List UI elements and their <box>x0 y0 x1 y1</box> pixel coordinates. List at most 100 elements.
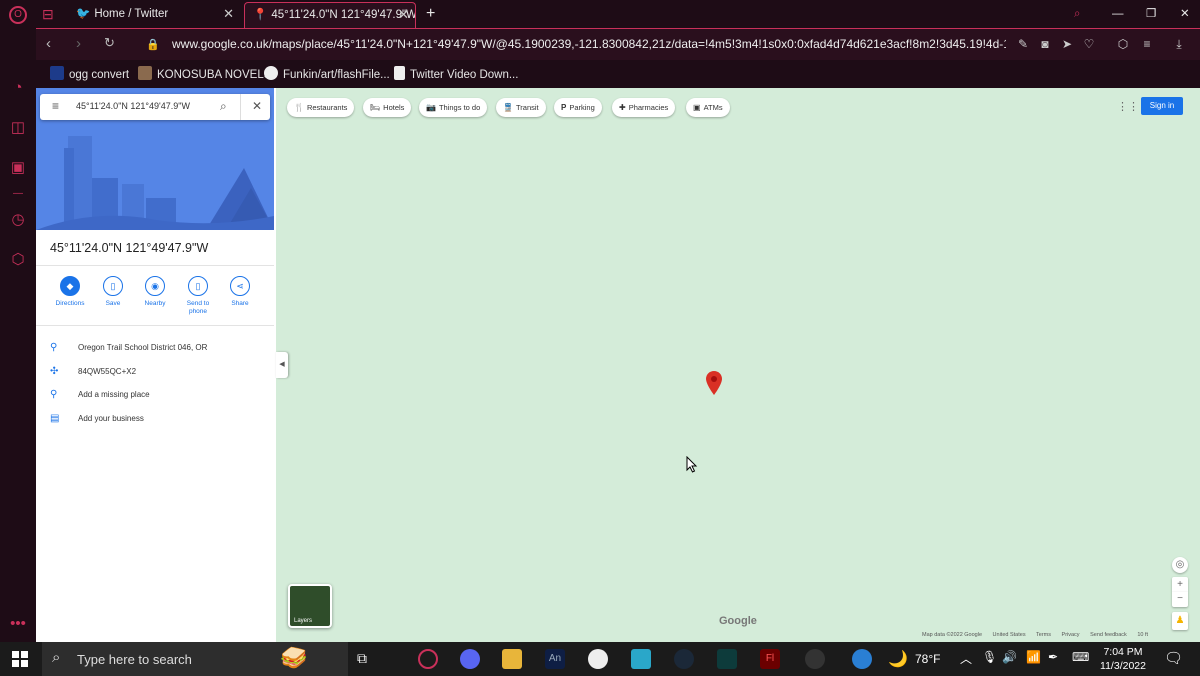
sandwich-icon: 🥪 <box>280 645 308 670</box>
menu-icon[interactable]: ≡ <box>1140 37 1154 51</box>
tab-maps[interactable]: 📍 45°11'24.0"N 121°49'47.9"W ✕ <box>244 2 416 28</box>
bookmark-item[interactable]: ogg convert <box>50 66 129 81</box>
clock[interactable]: 7:04 PM 11/3/2022 <box>1098 645 1148 673</box>
download-icon[interactable]: ⤓ <box>1172 37 1186 51</box>
chip-parking[interactable]: P Parking <box>554 98 602 117</box>
chip-hotels[interactable]: 🛏 Hotels <box>363 98 412 117</box>
send-icon[interactable]: ➤ <box>1060 37 1074 51</box>
collapse-panel-button[interactable]: ◀ <box>276 352 288 378</box>
discord-icon[interactable] <box>460 649 480 669</box>
app-icon[interactable] <box>588 649 608 669</box>
flash-icon[interactable]: Fl <box>760 649 780 669</box>
animate-icon[interactable]: An <box>545 649 565 669</box>
tab-twitter[interactable]: 🐦 Home / Twitter ✕ <box>68 2 240 28</box>
search-icon: ⌕ <box>52 649 61 666</box>
obs-icon[interactable] <box>805 649 825 669</box>
search-box[interactable]: ≡ 45°11'24.0"N 121°49'47.9"W ⌕ ✕ <box>40 94 270 120</box>
app-icon[interactable] <box>631 649 651 669</box>
map-canvas[interactable]: 🍴 Restaurants 🛏 Hotels 📷 Things to do 🚆 Tran… <box>276 88 1200 642</box>
url-field[interactable]: www.google.co.uk/maps/place/45°11'24.0"N… <box>172 37 1006 51</box>
wifi-icon[interactable]: 📶 <box>1026 650 1041 664</box>
heart-icon[interactable]: ♡ <box>1082 37 1096 51</box>
edit-icon[interactable]: ✎ <box>1016 37 1030 51</box>
send-feedback-link[interactable]: Send feedback <box>1090 632 1127 638</box>
bookmark-label: ogg convert <box>69 69 130 81</box>
bookmark-favicon-icon <box>138 66 152 80</box>
plus-code-row[interactable]: ✣ 84QW55QC+X2 <box>50 366 136 377</box>
microphone-icon[interactable]: 🎙 <box>982 650 997 664</box>
box-icon[interactable]: ⬡ <box>8 250 28 270</box>
address-row[interactable]: ⚲ Oregon Trail School District 046, OR <box>50 342 207 353</box>
weather-moon-icon: 🌙 <box>888 651 908 668</box>
place-panel: ≡ 45°11'24.0"N 121°49'47.9"W ⌕ ✕ 45°11'2… <box>36 88 276 642</box>
back-button[interactable]: ‹ <box>46 35 51 52</box>
workspace-icon[interactable]: ⊟ <box>40 2 62 28</box>
close-tab-icon[interactable]: ✕ <box>223 2 234 26</box>
task-view-icon[interactable]: ⧉ <box>357 650 367 667</box>
bookmark-item[interactable]: Twitter Video Down... <box>394 66 518 81</box>
my-location-button[interactable]: ◎ <box>1172 557 1188 573</box>
close-window-button[interactable]: ✕ <box>1172 2 1192 28</box>
volume-icon[interactable]: 🔊 <box>1002 650 1017 664</box>
forward-button[interactable]: › <box>76 35 81 52</box>
new-tab-button[interactable]: + <box>418 2 438 28</box>
chevron-up-icon[interactable]: ︿ <box>960 650 972 667</box>
location-pin-icon[interactable] <box>706 371 722 395</box>
search-icon[interactable]: ⌕ <box>220 99 227 114</box>
chip-atms[interactable]: ▣ ATMs <box>686 98 730 117</box>
search-tabs-icon[interactable]: ⌕ <box>1066 2 1086 28</box>
windows-start-icon[interactable] <box>12 651 28 667</box>
twitch-icon[interactable]: ▣ <box>8 158 28 178</box>
action-label: Directions <box>55 300 85 307</box>
plus-code-icon: ✣ <box>50 366 59 377</box>
clear-search-icon[interactable]: ✕ <box>252 99 262 113</box>
privacy-link[interactable]: Privacy <box>1062 632 1080 638</box>
layers-button[interactable]: Layers <box>288 584 332 628</box>
help-icon[interactable] <box>852 649 872 669</box>
chip-transit[interactable]: 🚆 Transit <box>496 98 546 117</box>
speed-dial-icon[interactable]: ◔ <box>8 78 28 98</box>
more-icon[interactable]: ••• <box>8 614 28 634</box>
pen-icon[interactable]: ✒ <box>1048 650 1058 664</box>
sign-in-button[interactable]: Sign in <box>1141 97 1183 115</box>
chip-things-to-do[interactable]: 📷 Things to do <box>419 98 488 117</box>
maximize-button[interactable]: ❐ <box>1138 2 1158 28</box>
opera-logo-icon[interactable]: O <box>9 6 27 24</box>
chip-pharmacies[interactable]: ✚ Pharmacies <box>612 98 676 117</box>
add-business-row[interactable]: ▤ Add your business <box>50 413 144 424</box>
terms-link[interactable]: Terms <box>1036 632 1051 638</box>
history-icon[interactable]: ◷ <box>8 210 28 230</box>
app-icon[interactable] <box>717 649 737 669</box>
file-explorer-icon[interactable] <box>502 649 522 669</box>
search-input[interactable]: 45°11'24.0"N 121°49'47.9"W <box>76 101 190 111</box>
bookmark-item[interactable]: KONOSUBA NOVELS <box>138 66 271 81</box>
camera-icon[interactable]: ◙ <box>1038 37 1052 51</box>
nearby-button[interactable]: ◉ Nearby <box>137 276 173 308</box>
share-button[interactable]: ⋖ Share <box>222 276 258 308</box>
bookmark-item[interactable]: Funkin/art/flashFile... <box>264 66 390 81</box>
taskbar-search[interactable]: ⌕ Type here to search 🥪 <box>42 642 348 676</box>
hamburger-menu-icon[interactable]: ≡ <box>52 99 59 113</box>
extensions-bag-icon[interactable]: ◫ <box>8 118 28 138</box>
send-to-phone-button[interactable]: ▯ Send to phone <box>180 276 216 316</box>
close-tab-icon[interactable]: ✕ <box>398 3 409 27</box>
directions-button[interactable]: ◆ Directions <box>52 276 88 308</box>
minimize-button[interactable]: — <box>1104 2 1124 28</box>
zoom-out-button[interactable]: − <box>1172 592 1188 607</box>
region-link[interactable]: United States <box>993 632 1026 638</box>
pegman-icon[interactable]: ♟ <box>1172 612 1188 630</box>
opera-taskbar-icon[interactable] <box>418 649 438 669</box>
save-button[interactable]: ▯ Save <box>95 276 131 308</box>
add-missing-place-row[interactable]: ⚲ Add a missing place <box>50 389 150 400</box>
chip-label: Pharmacies <box>628 103 669 112</box>
notification-icon[interactable]: 🗨 <box>1164 649 1183 667</box>
reload-button[interactable]: ↻ <box>104 35 115 51</box>
keyboard-icon[interactable]: ⌨ <box>1072 650 1089 664</box>
zoom-in-button[interactable]: + <box>1172 577 1188 592</box>
cube-icon[interactable]: ⬡ <box>1116 37 1130 51</box>
weather-temp[interactable]: 78°F <box>915 652 940 666</box>
chip-restaurants[interactable]: 🍴 Restaurants <box>287 98 355 117</box>
add-missing-place-text: Add a missing place <box>78 390 150 399</box>
bookmarks-bar: ogg convert KONOSUBA NOVELS Funkin/art/f… <box>36 60 1200 88</box>
steam-icon[interactable] <box>674 649 694 669</box>
